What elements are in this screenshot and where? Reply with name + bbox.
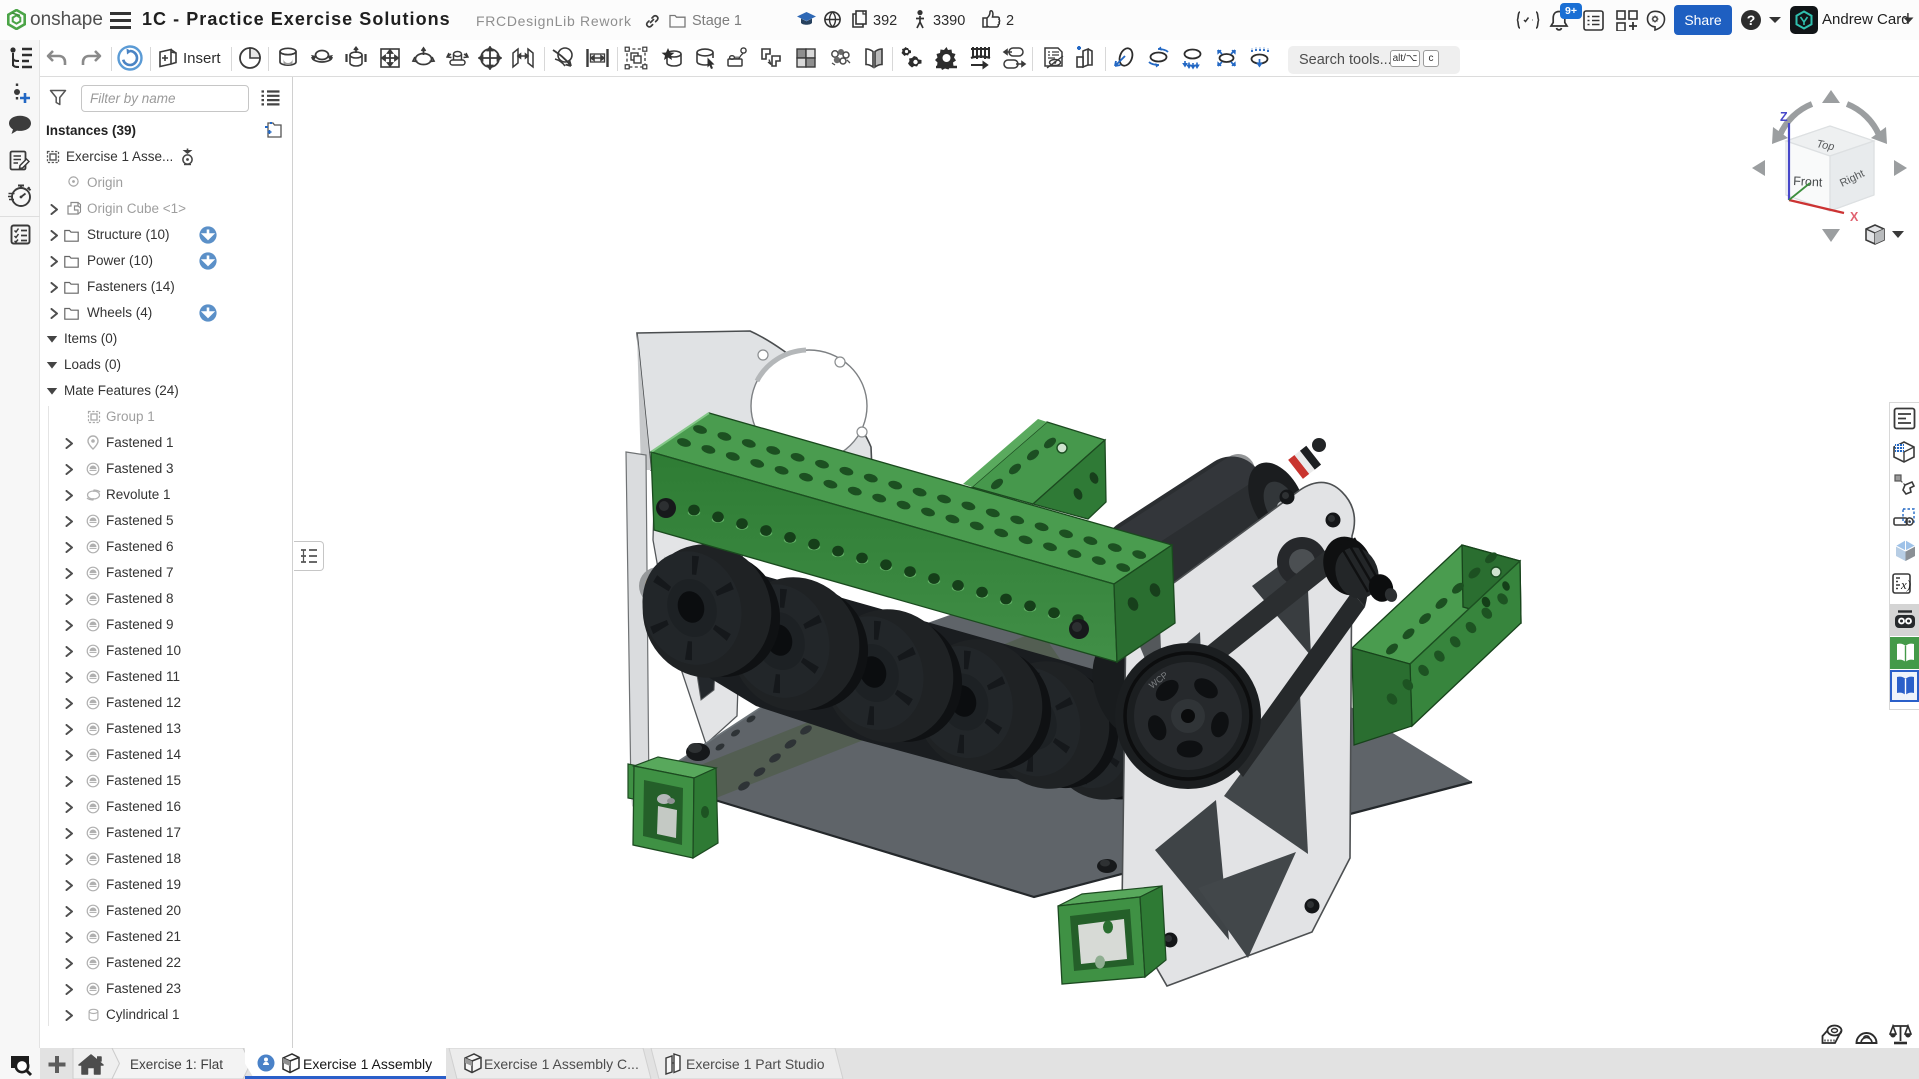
svg-text:Front: Front bbox=[1793, 174, 1823, 190]
svg-text:Exercise 1 Assembly C...: Exercise 1 Assembly C... bbox=[484, 1056, 639, 1072]
svg-text:x): x) bbox=[1900, 577, 1911, 592]
svg-text:Exercise 1: Flat: Exercise 1: Flat bbox=[130, 1057, 223, 1072]
svg-text:X: X bbox=[1850, 210, 1859, 224]
svg-text:Exercise 1 Part Studio: Exercise 1 Part Studio bbox=[686, 1056, 825, 1072]
svg-text:?: ? bbox=[1747, 12, 1756, 28]
svg-text:Z: Z bbox=[1780, 110, 1788, 124]
svg-text:Exercise 1 Assembly: Exercise 1 Assembly bbox=[303, 1056, 432, 1072]
